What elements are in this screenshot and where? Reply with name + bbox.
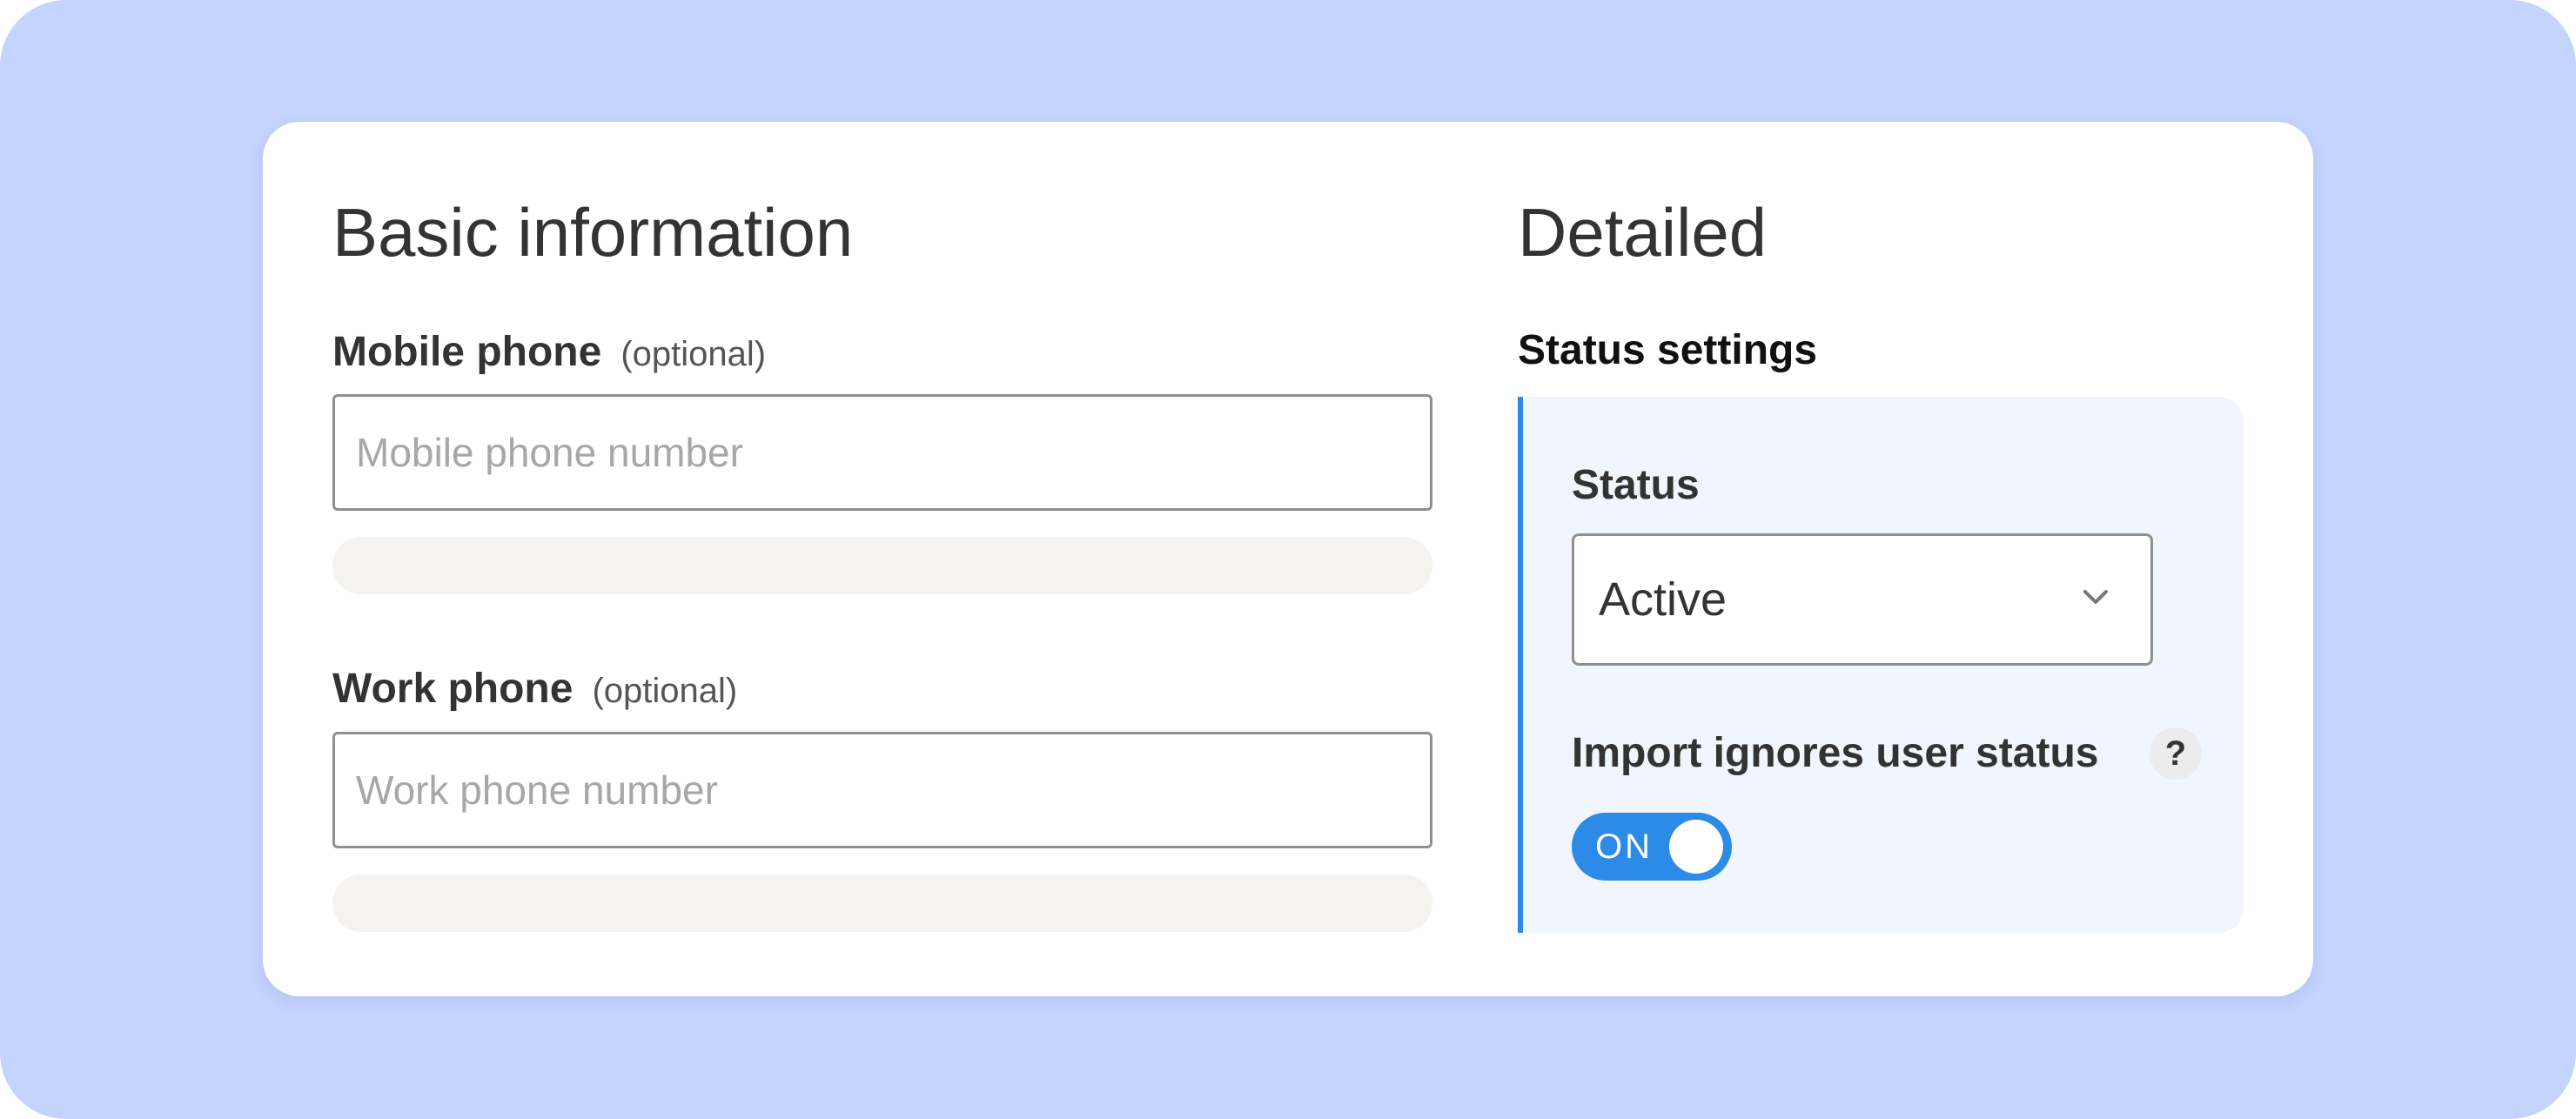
mobile-phone-input[interactable] bbox=[332, 394, 1432, 511]
toggle-knob bbox=[1669, 820, 1723, 874]
mobile-phone-label-text: Mobile phone bbox=[332, 329, 602, 375]
status-label: Status bbox=[1572, 462, 1700, 508]
status-settings-heading: Status settings bbox=[1518, 327, 1818, 373]
work-phone-helper-bar bbox=[332, 874, 1432, 932]
work-phone-label: Work phone (optional) bbox=[332, 668, 737, 710]
status-select[interactable]: Active bbox=[1572, 533, 2153, 666]
work-phone-optional-hint: (optional) bbox=[592, 672, 738, 710]
question-mark-icon[interactable]: ? bbox=[2150, 727, 2202, 780]
status-select-value: Active bbox=[1599, 573, 1727, 626]
work-phone-input[interactable] bbox=[332, 732, 1432, 848]
toggle-on-label: ON bbox=[1595, 828, 1653, 866]
mobile-phone-optional-hint: (optional) bbox=[621, 335, 767, 373]
import-ignores-status-toggle[interactable]: ON bbox=[1572, 813, 1732, 881]
mobile-phone-label: Mobile phone (optional) bbox=[332, 332, 766, 373]
mobile-phone-helper-bar bbox=[332, 537, 1432, 594]
import-ignores-status-label: Import ignores user status bbox=[1572, 730, 2099, 776]
chevron-down-icon bbox=[2083, 590, 2108, 604]
work-phone-label-text: Work phone bbox=[332, 666, 574, 712]
basic-information-title: Basic information bbox=[332, 194, 854, 271]
detailed-title: Detailed bbox=[1518, 194, 1768, 271]
